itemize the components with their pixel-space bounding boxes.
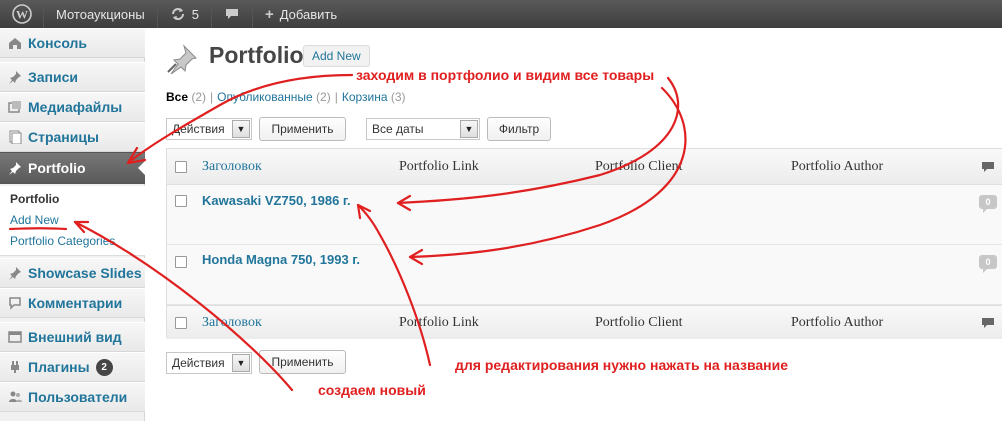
menu-label: Страницы bbox=[28, 129, 99, 145]
filter-all[interactable]: Все (2) bbox=[166, 90, 206, 104]
add-new-link[interactable]: + Добавить bbox=[253, 0, 349, 28]
updates-link[interactable]: 5 bbox=[158, 0, 212, 28]
users-icon bbox=[6, 388, 24, 406]
comments-column-icon bbox=[981, 317, 995, 332]
menu-item-media[interactable]: Медиафайлы bbox=[0, 92, 145, 122]
pin-icon bbox=[6, 264, 24, 282]
pin-icon bbox=[6, 68, 24, 86]
comments-link[interactable] bbox=[212, 0, 253, 28]
menu-item-pages[interactable]: Страницы bbox=[0, 122, 145, 152]
portfolio-submenu: Portfolio Add New Portfolio Categories bbox=[0, 186, 145, 256]
post-title-link[interactable]: Kawasaki VZ750, 1986 г. bbox=[202, 193, 351, 208]
menu-item-comments[interactable]: Комментарии bbox=[0, 288, 145, 318]
apply-button-bottom[interactable]: Применить bbox=[259, 350, 346, 374]
submenu-portfolio-categories[interactable]: Portfolio Categories bbox=[10, 234, 115, 248]
pushpin-icon bbox=[166, 44, 198, 77]
plugins-update-badge: 2 bbox=[95, 358, 113, 376]
chevron-down-icon: ▼ bbox=[232, 354, 250, 372]
page-title: Portfolio bbox=[209, 42, 304, 68]
site-name-link[interactable]: Мотоаукционы bbox=[44, 0, 158, 28]
column-portfolio-author: Portfolio Author bbox=[791, 315, 884, 330]
filter-published[interactable]: Опубликованные (2) bbox=[217, 90, 331, 104]
menu-item-dashboard[interactable]: Консоль bbox=[0, 28, 145, 58]
menu-label: Записи bbox=[28, 69, 79, 85]
column-portfolio-author: Portfolio Author bbox=[791, 159, 884, 174]
plus-icon: + bbox=[264, 5, 274, 23]
add-new-button[interactable]: Add New bbox=[303, 45, 370, 67]
menu-item-plugins[interactable]: Плагины 2 bbox=[0, 352, 145, 382]
appearance-icon bbox=[6, 328, 24, 346]
comments-icon bbox=[6, 294, 24, 312]
menu-label: Комментарии bbox=[28, 295, 123, 311]
menu-label: Плагины bbox=[28, 359, 90, 375]
menu-item-portfolio[interactable]: Portfolio bbox=[0, 152, 146, 184]
menu-item-showcase-slides[interactable]: Showcase Slides bbox=[0, 258, 145, 288]
pin-icon bbox=[6, 159, 24, 177]
refresh-icon bbox=[170, 7, 186, 21]
table-header: Заголовок Portfolio Link Portfolio Clien… bbox=[167, 149, 1002, 185]
menu-label: Portfolio bbox=[28, 160, 86, 176]
updates-count: 5 bbox=[191, 6, 199, 22]
chevron-down-icon: ▼ bbox=[232, 120, 250, 138]
date-filter-select[interactable]: Все даты ▼ bbox=[366, 118, 480, 140]
table-row: Honda Magna 750, 1993 г. 0 bbox=[167, 245, 1002, 305]
bulk-actions-select-bottom[interactable]: Действия ▼ bbox=[166, 352, 252, 374]
add-label: Добавить bbox=[279, 6, 338, 22]
comment-bubble-icon bbox=[224, 7, 240, 21]
column-portfolio-client: Portfolio Client bbox=[595, 159, 683, 174]
media-icon bbox=[6, 98, 24, 116]
row-checkbox[interactable] bbox=[175, 256, 187, 268]
admin-bar: W Мотоаукционы 5 + Добавить bbox=[0, 0, 1002, 28]
apply-button-top[interactable]: Применить bbox=[259, 117, 346, 141]
comments-column-icon bbox=[981, 161, 995, 176]
annotation-edit-note: для редактирования нужно нажать на назва… bbox=[455, 357, 789, 373]
dashboard-icon bbox=[6, 34, 24, 52]
annotation-portfolio-note: заходим в портфолио и видим все товары bbox=[356, 67, 655, 83]
comment-count-badge[interactable]: 0 bbox=[979, 255, 997, 273]
select-all-checkbox-bottom[interactable] bbox=[175, 317, 187, 329]
site-name: Мотоаукционы bbox=[56, 6, 145, 22]
column-title[interactable]: Заголовок bbox=[202, 315, 262, 331]
menu-label: Консоль bbox=[28, 35, 88, 51]
column-portfolio-link: Portfolio Link bbox=[399, 159, 479, 174]
plugins-icon bbox=[6, 358, 24, 376]
chevron-down-icon: ▼ bbox=[460, 120, 478, 138]
column-portfolio-link: Portfolio Link bbox=[399, 315, 479, 330]
pages-icon bbox=[6, 128, 24, 146]
filter-button[interactable]: Фильтр bbox=[487, 117, 551, 141]
select-all-checkbox[interactable] bbox=[175, 161, 187, 173]
svg-text:W: W bbox=[16, 8, 28, 22]
submenu-add-new[interactable]: Add New bbox=[10, 213, 59, 227]
table-footer: Заголовок Portfolio Link Portfolio Clien… bbox=[167, 305, 1002, 339]
menu-item-users[interactable]: Пользователи bbox=[0, 382, 145, 412]
column-portfolio-client: Portfolio Client bbox=[595, 315, 683, 330]
wordpress-logo-icon[interactable]: W bbox=[0, 0, 44, 28]
row-checkbox[interactable] bbox=[175, 195, 187, 207]
admin-sidebar: Консоль Записи Медиафайлы Страницы Portf… bbox=[0, 28, 146, 421]
post-title-link[interactable]: Honda Magna 750, 1993 г. bbox=[202, 252, 360, 267]
filter-trash[interactable]: Корзина (3) bbox=[342, 90, 406, 104]
submenu-portfolio[interactable]: Portfolio bbox=[10, 192, 59, 206]
menu-label: Медиафайлы bbox=[28, 99, 123, 115]
posts-table: Заголовок Portfolio Link Portfolio Clien… bbox=[166, 148, 1002, 339]
status-filters: Все (2) | Опубликованные (2) | Корзина (… bbox=[166, 90, 406, 104]
bulk-actions-select-top[interactable]: Действия ▼ bbox=[166, 118, 252, 140]
comment-count-badge[interactable]: 0 bbox=[979, 195, 997, 213]
annotation-create-note: создаем новый bbox=[318, 382, 426, 398]
menu-label: Внешний вид bbox=[28, 329, 122, 345]
table-row: Kawasaki VZ750, 1986 г. 0 bbox=[167, 185, 1002, 245]
menu-label: Showcase Slides bbox=[28, 265, 142, 281]
menu-label: Пользователи bbox=[28, 389, 128, 405]
column-title[interactable]: Заголовок bbox=[202, 159, 262, 175]
menu-item-posts[interactable]: Записи bbox=[0, 62, 145, 92]
menu-item-appearance[interactable]: Внешний вид bbox=[0, 322, 145, 352]
